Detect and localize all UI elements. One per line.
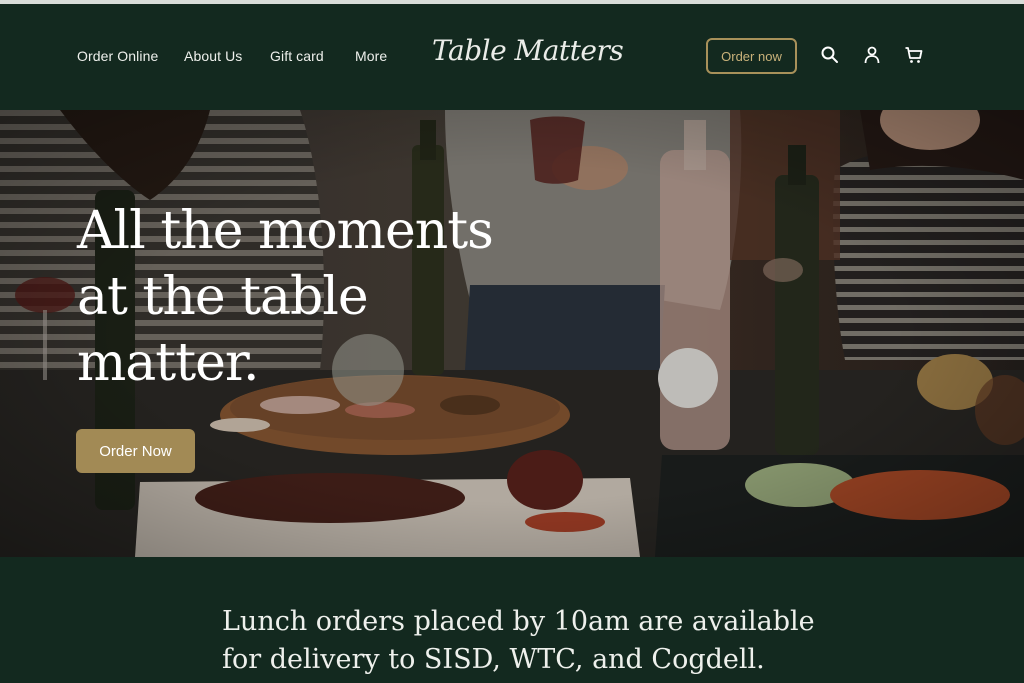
hero-headline-line: matter. <box>77 333 260 393</box>
nav-about-us[interactable]: About Us <box>184 48 242 64</box>
site-logo[interactable]: Table Matters <box>432 34 624 67</box>
nav-more[interactable]: More <box>355 48 387 64</box>
account-icon[interactable] <box>862 45 882 65</box>
order-now-button[interactable]: Order now <box>706 38 797 74</box>
site-header: Order Online About Us Gift card More Tab… <box>0 4 1024 110</box>
search-icon[interactable] <box>820 45 840 65</box>
cart-icon[interactable] <box>904 45 924 65</box>
hero-headline-line: All the moments <box>77 201 494 261</box>
hero-headline-line: at the table <box>77 267 369 327</box>
nav-gift-card[interactable]: Gift card <box>270 48 324 64</box>
announcement-line: Lunch orders placed by 10am are availabl… <box>222 606 815 637</box>
nav-order-online[interactable]: Order Online <box>77 48 158 64</box>
hero-headline: All the moments at the table matter. <box>77 198 537 396</box>
hero-order-now-button[interactable]: Order Now <box>76 429 195 473</box>
lunch-delivery-announcement: Lunch orders placed by 10am are availabl… <box>222 603 842 679</box>
hero-section: All the moments at the table matter. Ord… <box>0 110 1024 557</box>
announcement-line: for delivery to SISD, WTC, and Cogdell. <box>222 644 765 675</box>
